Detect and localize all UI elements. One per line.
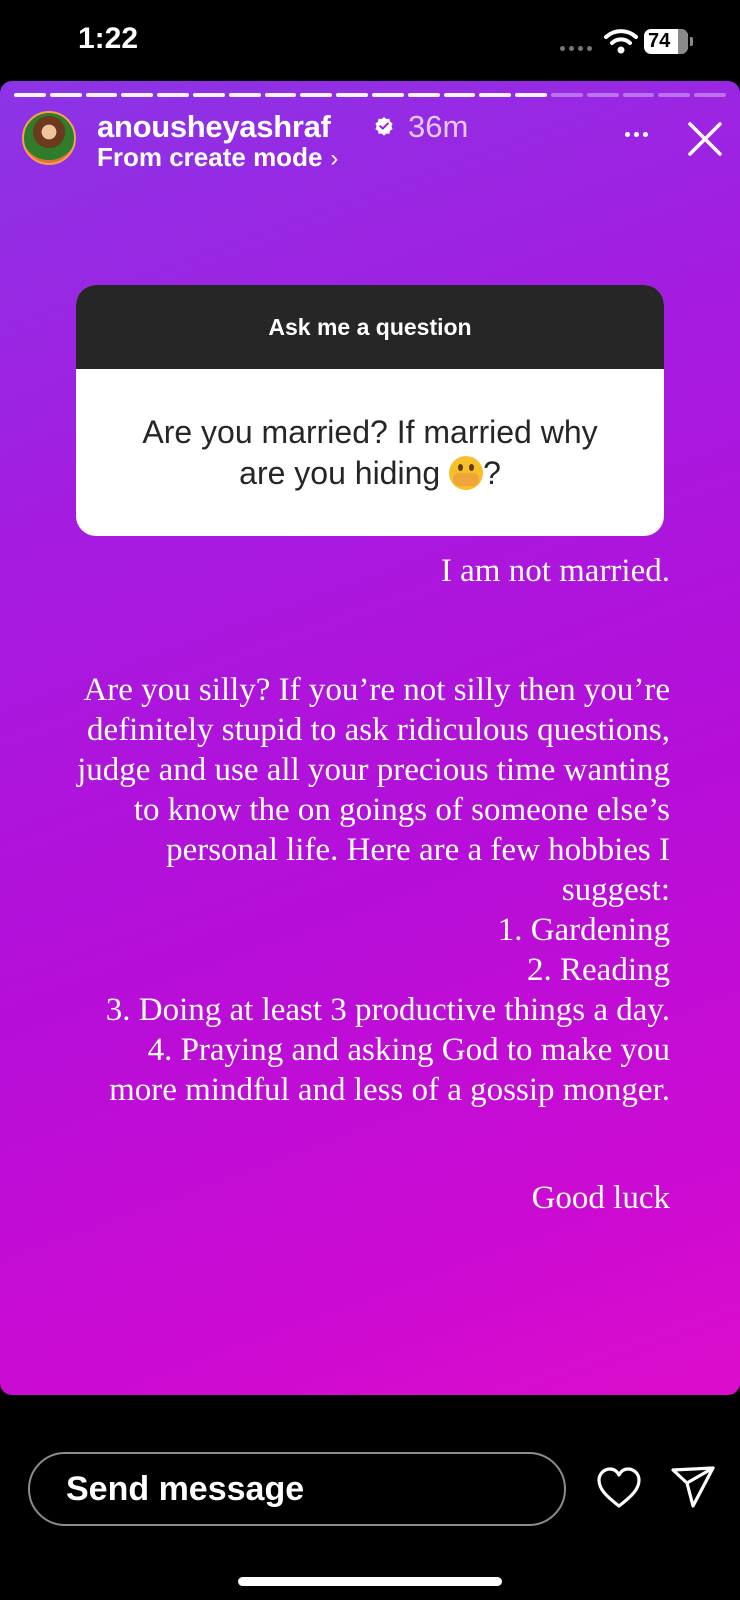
story-card[interactable]: anousheyashraf 36m From create mode › Ask… xyxy=(0,81,740,1395)
progress-segment xyxy=(515,93,547,97)
progress-segment xyxy=(157,93,189,97)
send-message-placeholder: Send message xyxy=(66,1469,305,1508)
progress-segment xyxy=(121,93,154,97)
status-time: 1:22 xyxy=(78,22,139,55)
answer-line: suggest: xyxy=(561,872,670,908)
battery-icon: 74 xyxy=(644,29,688,54)
answer-line: 3. Doing at least 3 productive things a … xyxy=(105,992,670,1028)
story-source-label: From create mode xyxy=(97,142,323,172)
close-icon[interactable] xyxy=(685,119,725,159)
progress-segment xyxy=(14,93,46,97)
battery-level: 74 xyxy=(648,30,671,52)
sticker-question: Are you married? If married why are you … xyxy=(76,369,664,536)
wifi-icon xyxy=(604,29,638,54)
progress-segment xyxy=(586,93,619,97)
progress-segment xyxy=(228,93,261,97)
answer-line: 4. Praying and asking God to make you xyxy=(147,1032,670,1068)
dot-icon xyxy=(642,131,648,137)
answer-closing: Good luck xyxy=(531,1180,670,1216)
username[interactable]: anousheyashraf xyxy=(97,109,331,145)
story-source-link[interactable]: From create mode › xyxy=(97,142,338,173)
chevron-right-icon: › xyxy=(330,145,339,172)
battery-tip xyxy=(690,37,693,46)
progress-segment xyxy=(443,93,476,97)
question-suffix: ? xyxy=(483,454,501,491)
progress-segment xyxy=(192,93,225,97)
answer-first-line: I am not married. xyxy=(440,553,670,589)
story-age: 36m xyxy=(408,109,469,144)
story-header: anousheyashraf 36m From create mode › xyxy=(0,109,740,173)
question-text: Are you married? If married why are you … xyxy=(142,413,598,491)
progress-segment xyxy=(407,93,440,97)
progress-segment xyxy=(479,93,512,97)
story-viewer-screen: 1:22 74 anousheyashraf 36m From create m… xyxy=(0,0,740,1600)
progress-segment xyxy=(658,93,691,97)
progress-segment xyxy=(49,93,82,97)
progress-segment xyxy=(694,93,726,97)
progress-segment xyxy=(550,93,583,97)
answer-line: more mindful and less of a gossip monger… xyxy=(109,1072,670,1108)
avatar[interactable] xyxy=(22,111,76,165)
answer-line: 2. Reading xyxy=(527,952,670,988)
answer-line: Are you silly? If you’re not silly then … xyxy=(83,672,670,708)
story-progress-bar xyxy=(14,93,726,97)
answer-paragraph: Are you silly? If you’re not silly then … xyxy=(0,670,670,1110)
progress-segment xyxy=(336,93,368,97)
heart-icon[interactable] xyxy=(596,1466,642,1510)
progress-segment xyxy=(622,93,655,97)
cellular-signal-icon xyxy=(560,46,592,51)
progress-segment xyxy=(371,93,404,97)
question-sticker[interactable]: Ask me a question Are you married? If ma… xyxy=(76,285,664,536)
answer-line: personal life. Here are a few hobbies I xyxy=(166,832,670,868)
home-indicator xyxy=(238,1577,502,1586)
answer-line: to know the on goings of someone else’s xyxy=(133,792,670,828)
status-bar: 1:22 74 xyxy=(0,0,740,80)
verified-badge-icon xyxy=(375,117,393,136)
progress-segment xyxy=(264,93,297,97)
sticker-prompt: Ask me a question xyxy=(76,285,664,369)
more-options-button[interactable] xyxy=(618,119,654,149)
paper-plane-icon[interactable] xyxy=(670,1464,716,1510)
face-with-hand-over-mouth-emoji xyxy=(449,455,484,490)
progress-segment xyxy=(300,93,333,97)
answer-line: 1. Gardening xyxy=(497,912,670,948)
dot-icon xyxy=(624,131,630,137)
answer-line: judge and use all your precious time wan… xyxy=(77,752,670,788)
progress-segment xyxy=(85,93,118,97)
dot-icon xyxy=(633,131,639,137)
answer-line: definitely stupid to ask ridiculous ques… xyxy=(87,712,670,748)
send-message-input[interactable]: Send message xyxy=(28,1452,566,1526)
